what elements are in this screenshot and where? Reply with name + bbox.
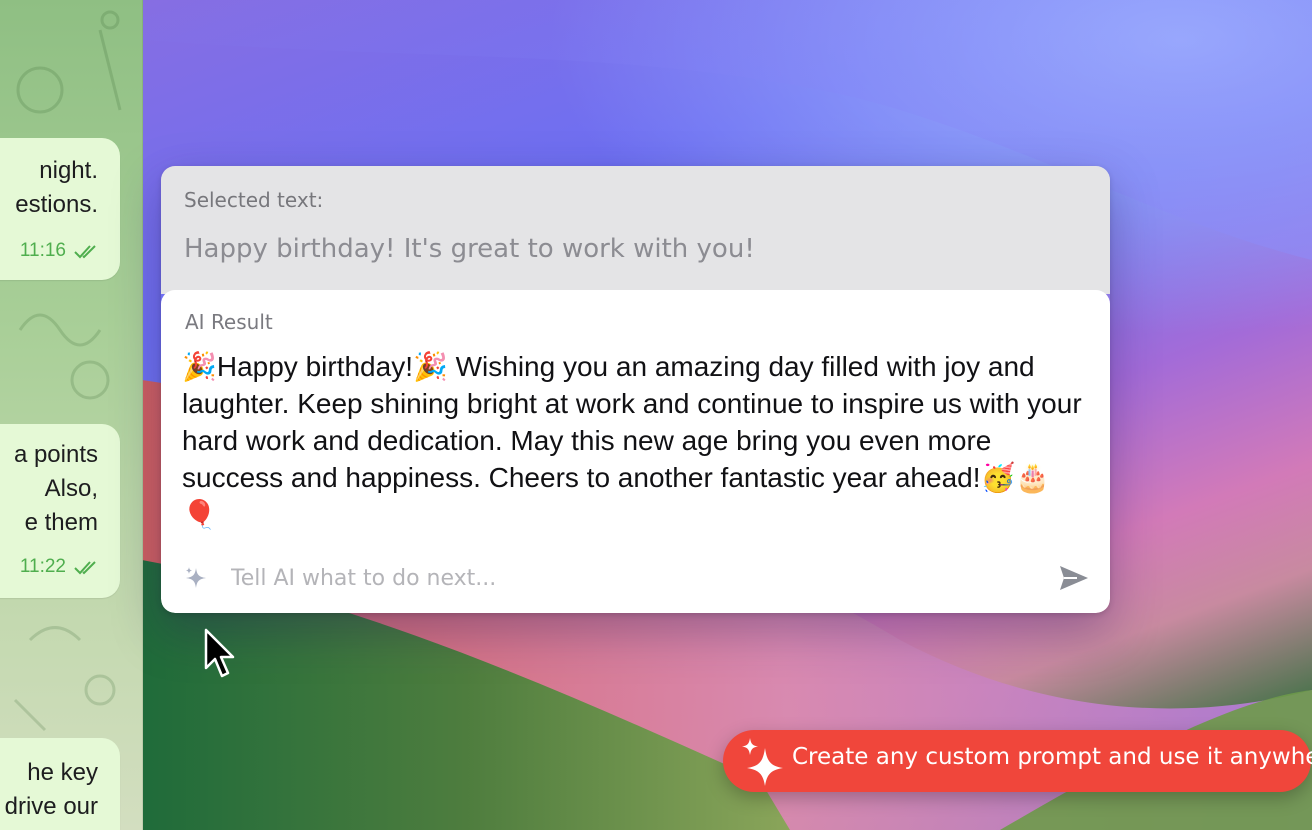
ai-result-text[interactable]: 🎉Happy birthday!🎉 Wishing you an amazing… (182, 348, 1082, 533)
message-time: 11:16 (19, 240, 66, 261)
send-icon[interactable] (1057, 562, 1091, 594)
chat-message[interactable]: a points Also, e them 11:22 (0, 424, 120, 598)
ai-result-label: AI Result (185, 310, 273, 334)
message-line: Also, (44, 475, 98, 502)
banner-text: Create any custom prompt and use it anyw… (792, 744, 1312, 770)
prompt-input[interactable] (229, 560, 1033, 596)
chat-doodle-pattern (13, 10, 122, 732)
message-line: night. (39, 157, 98, 184)
message-line: he key (27, 759, 98, 786)
message-line: drive our (4, 793, 98, 820)
prompt-bar (161, 558, 1110, 598)
sparkles-icon (742, 738, 783, 786)
ai-result-popup: Selected text: Happy birthday! It's grea… (161, 166, 1110, 613)
messenger-chat-panel: night. estions. 11:16 a points Also, e t… (0, 0, 143, 830)
double-check-icon (74, 245, 96, 259)
message-line: estions. (15, 191, 98, 218)
sparkle-icon (186, 567, 206, 588)
custom-prompt-banner[interactable]: Create any custom prompt and use it anyw… (723, 730, 1312, 792)
selected-text-value: Happy birthday! It's great to work with … (184, 234, 755, 264)
message-line: e them (24, 509, 98, 536)
chat-message[interactable]: night. estions. 11:16 (0, 138, 120, 280)
chat-message[interactable]: he key drive our (0, 738, 120, 830)
selected-text-label: Selected text: (184, 188, 324, 212)
ai-result-panel: AI Result 🎉Happy birthday!🎉 Wishing you … (161, 290, 1110, 613)
mouse-cursor-icon (204, 628, 235, 678)
message-time: 11:22 (19, 556, 66, 577)
selected-text-panel: Selected text: Happy birthday! It's grea… (161, 166, 1110, 294)
double-check-icon (74, 561, 96, 575)
message-line: a points (13, 441, 98, 468)
